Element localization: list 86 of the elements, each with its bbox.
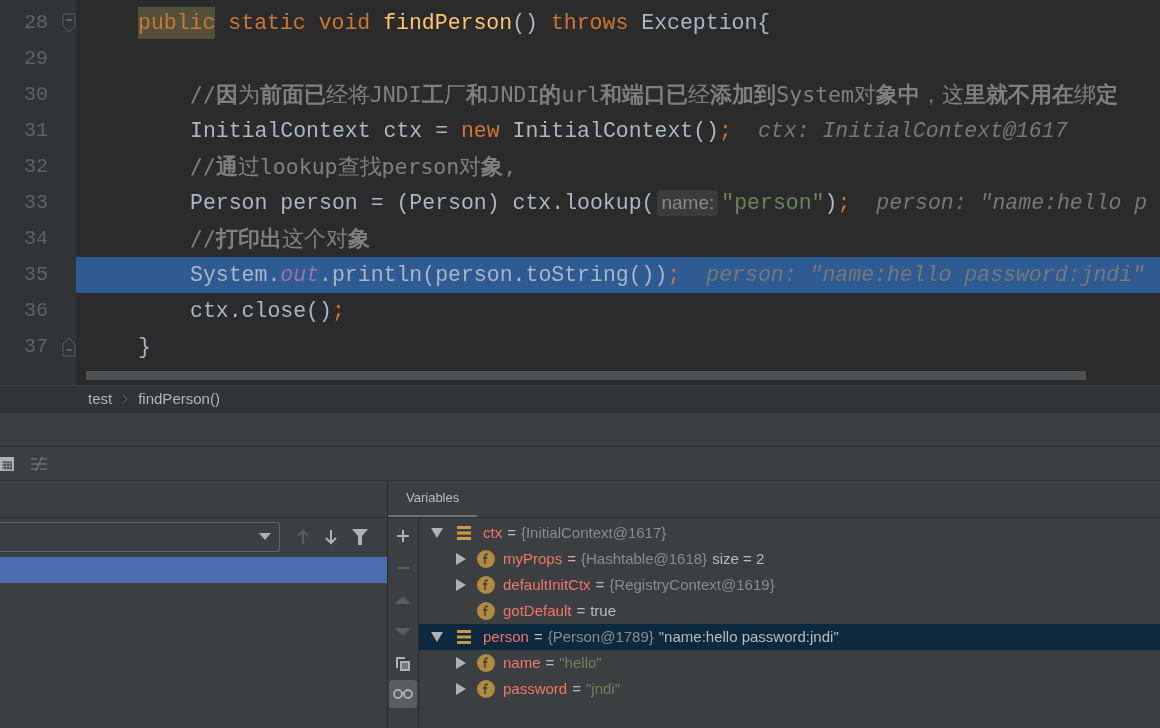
variable-row[interactable]: person = {Person@1789} "name:hello password:jndi" [419,624,1160,650]
variable-row[interactable]: name = "hello" [419,650,1160,676]
down-arrow-icon[interactable] [324,528,338,545]
equals-sign: = [567,548,576,569]
dropdown-caret-icon [259,533,271,540]
code-keyword: ; [719,117,732,145]
field-icon [477,602,495,620]
code-keyword: throws [550,9,630,37]
code-comment: //因为前面已经将JNDI工厂和JNDI的url和端口已经添加到System对象中，这里就不用在绑定 [190,80,1118,109]
field-icon [477,654,495,672]
inline-value-hint: person: "name:hello p [876,189,1148,217]
variable-name: person [483,626,529,647]
code-comment: //通过lookup查找person对象, [190,152,517,181]
expand-arrow-icon[interactable] [456,683,466,695]
add-icon[interactable] [396,529,410,543]
code-text: InitialContext() [512,117,719,145]
code-text: Exception{ [641,9,771,37]
object-icon [457,526,471,540]
variable-row[interactable]: defaultInitCtx = {RegistryContext@1619} [419,572,1160,598]
variable-row[interactable]: ctx = {InitialContext@1617} [419,520,1160,546]
variables-tab[interactable]: Variables [388,481,478,517]
variable-value: "hello" [559,652,602,673]
calculator-icon[interactable] [0,455,14,472]
code-text: () [512,9,539,37]
variable-name: myProps [503,548,563,569]
variable-name: ctx [483,522,503,543]
breadcrumb-item[interactable]: findPerson() [138,387,220,411]
code-text: findPerson [383,9,513,37]
code-keyword: ; [667,261,681,289]
expand-arrow-icon[interactable] [456,657,466,669]
parameter-hint: name: [657,190,719,216]
variable-row[interactable]: password = "jndi" [419,676,1160,702]
variable-name: name [503,652,541,673]
code-text: ctx.close() [190,297,332,325]
collapse-arrow-icon[interactable] [431,632,443,642]
chevron-icon [122,394,129,404]
variable-name: password [503,678,568,699]
object-reference: {Hashtable@1618} [580,548,708,569]
code-keyword: static void [227,9,372,37]
equals-sign: = [533,626,543,647]
code-keyword: new [460,117,501,145]
filter-icon[interactable] [352,528,368,545]
code-text: out [280,261,320,289]
breadcrumb-item[interactable]: test [88,387,113,411]
expand-arrow-icon[interactable] [456,553,466,565]
variable-name: gotDefault [503,600,572,621]
collapse-arrow-icon[interactable] [431,528,443,538]
horizontal-scrollbar[interactable] [86,370,1086,380]
equals-sign: = [507,522,516,543]
fold-marker-icon[interactable] [62,13,76,33]
equals-sign: = [595,574,605,595]
fold-marker-icon[interactable] [62,337,76,357]
inline-value-hint: person: "name:hello password:jndi" [706,261,1145,289]
copy-icon[interactable] [395,656,411,672]
code-keyword: ; [331,297,345,325]
equals-sign: = [576,600,586,621]
variable-row[interactable]: myProps = {Hashtable@1618} size = 2 [419,546,1160,572]
variable-name: defaultInitCtx [503,574,591,595]
inline-value-hint: ctx: InitialContext@1617 [757,117,1068,145]
code-keyword: public [138,6,216,40]
code-keyword: ; [837,189,851,217]
object-reference: {RegistryContext@1619} [609,574,775,595]
field-icon [477,550,495,568]
code-text: ) [824,189,838,217]
watches-toggle[interactable] [389,680,417,708]
object-reference: {Person@1789} [547,626,654,647]
variable-value: "jndi" [585,678,620,699]
expand-arrow-icon[interactable] [456,579,466,591]
code-string: "person" [721,189,825,217]
glasses-icon [393,689,413,699]
code-text: System. [190,261,281,289]
object-reference: {InitialContext@1617} [520,522,667,543]
variable-row[interactable]: gotDefault = true [419,598,1160,624]
code-text: Person person = (Person) ctx.lookup( [190,189,655,217]
field-icon [477,680,495,698]
variable-value: "name:hello password:jndi" [658,626,839,647]
code-text: } [138,333,151,361]
code-comment: //打印出这个对象 [190,224,370,253]
code-text: InitialContext ctx = [190,117,450,145]
field-icon [477,576,495,594]
variable-value: true [590,600,616,621]
variable-value: size = 2 [712,548,765,569]
object-icon [457,630,471,644]
equals-sign: = [572,678,581,699]
equals-sign: = [545,652,555,673]
code-text: .println(person.toString()) [319,261,668,289]
